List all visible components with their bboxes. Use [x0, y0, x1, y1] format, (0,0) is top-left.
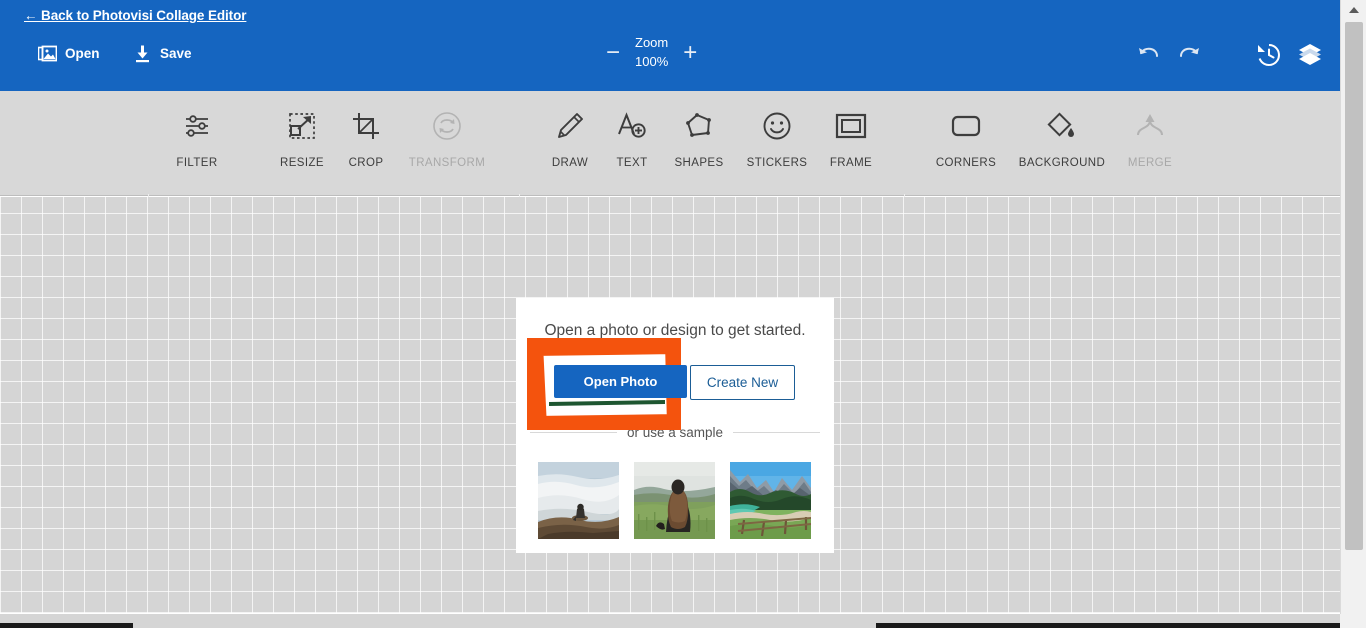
merge-arrow-icon	[1135, 103, 1165, 149]
tool-label: TRANSFORM	[408, 157, 486, 169]
zoom-controls: − Zoom 100% +	[605, 34, 698, 72]
resize-arrow-icon	[287, 103, 317, 149]
back-to-collage-editor-link[interactable]: ← Back to Photovisi Collage Editor	[24, 8, 246, 23]
open-button[interactable]: Open	[37, 44, 100, 63]
sample-divider: or use a sample	[530, 425, 820, 440]
tool-transform[interactable]: TRANSFORM	[399, 103, 495, 169]
editor-toolbar: FILTER RESIZE CROP TRANSFORM DRAW TEXT S…	[0, 91, 1340, 272]
create-new-button[interactable]: Create New	[690, 365, 795, 400]
open-photo-button[interactable]: Open Photo	[554, 365, 687, 398]
frame-icon	[835, 103, 867, 149]
sample-divider-label: or use a sample	[626, 425, 724, 440]
tool-label: CORNERS	[935, 157, 997, 169]
sample-thumbnail-woman-field[interactable]	[634, 462, 715, 539]
open-button-label: Open	[65, 46, 100, 61]
tool-label: FILTER	[176, 157, 218, 169]
tool-filter[interactable]: FILTER	[149, 103, 245, 169]
start-dialog: Open a photo or design to get started. O…	[516, 298, 834, 553]
dialog-title: Open a photo or design to get started.	[544, 322, 806, 339]
zoom-value: 100%	[635, 53, 669, 69]
polygon-icon	[683, 103, 715, 149]
app-header: ← Back to Photovisi Collage Editor Open	[0, 0, 1340, 91]
tool-merge[interactable]: MERGE	[1102, 103, 1198, 169]
horizontal-scrollbar-thumb[interactable]	[0, 623, 133, 628]
save-button[interactable]: Save	[133, 44, 192, 63]
image-icon	[37, 44, 58, 63]
rotate-circle-icon	[431, 103, 463, 149]
horizontal-scrollbar-track-segment[interactable]	[876, 623, 1340, 628]
tool-label: CROP	[348, 157, 384, 169]
sample-thumbnail-list	[538, 462, 811, 539]
scroll-up-arrow-icon[interactable]	[1341, 0, 1366, 20]
vertical-scrollbar-thumb[interactable]	[1345, 22, 1363, 550]
tool-label: TEXT	[616, 157, 648, 169]
smiley-icon	[762, 103, 792, 149]
tool-frame[interactable]: FRAME	[803, 103, 899, 169]
rounded-rect-icon	[950, 103, 982, 149]
zoom-readout: Zoom 100%	[635, 34, 668, 72]
vertical-scrollbar[interactable]	[1340, 0, 1366, 628]
tool-label: BACKGROUND	[1018, 157, 1106, 169]
zoom-title: Zoom	[635, 35, 669, 50]
sliders-icon	[182, 103, 212, 149]
history-icon[interactable]	[1256, 42, 1282, 68]
tool-background[interactable]: BACKGROUND	[1014, 103, 1110, 169]
paint-bucket-icon	[1046, 103, 1078, 149]
crop-icon	[351, 103, 381, 149]
save-button-label: Save	[160, 46, 192, 61]
download-icon	[133, 44, 152, 63]
tool-corners[interactable]: CORNERS	[918, 103, 1014, 169]
tool-label: STICKERS	[746, 157, 808, 169]
tool-label: DRAW	[551, 157, 589, 169]
zoom-out-button[interactable]: −	[605, 40, 621, 65]
divider-line-right	[733, 432, 820, 433]
tool-label: SHAPES	[674, 157, 724, 169]
photo-editor-app: ← Back to Photovisi Collage Editor Open	[0, 0, 1366, 628]
tool-label: MERGE	[1127, 157, 1173, 169]
pencil-icon	[555, 103, 585, 149]
zoom-in-button[interactable]: +	[682, 40, 698, 65]
tool-label: FRAME	[829, 157, 873, 169]
redo-icon[interactable]	[1176, 42, 1202, 68]
undo-icon[interactable]	[1136, 42, 1162, 68]
sample-thumbnail-mountain-lake[interactable]	[730, 462, 811, 539]
divider-line-left	[530, 432, 617, 433]
sample-thumbnail-cliff[interactable]	[538, 462, 619, 539]
text-add-icon	[616, 103, 648, 149]
horizontal-scrollbar[interactable]	[0, 614, 1340, 628]
layers-icon[interactable]	[1297, 42, 1323, 68]
scrollbar-corner	[1340, 614, 1366, 628]
